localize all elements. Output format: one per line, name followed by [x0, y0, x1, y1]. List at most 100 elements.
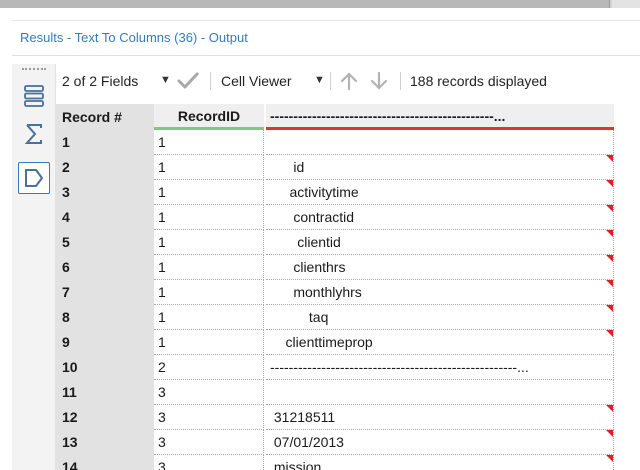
record-number-cell: 10	[62, 359, 78, 375]
left-tool-rail	[12, 64, 56, 470]
table-row[interactable]: 11 3	[56, 380, 614, 405]
value-cell[interactable]: 07/01/2013	[266, 430, 614, 455]
table-row[interactable]: 2 1 id	[56, 155, 614, 180]
value-cell[interactable]: taq	[266, 305, 614, 330]
recordid-cell[interactable]: 1	[154, 330, 264, 355]
value-cell[interactable]: clienthrs	[266, 255, 614, 280]
record-number-cell: 3	[62, 184, 70, 200]
value-cell[interactable]: 31218511	[266, 405, 614, 430]
arrow-down-icon[interactable]	[368, 70, 390, 95]
truncation-flag-icon	[606, 255, 613, 262]
toolbar-divider	[330, 72, 331, 90]
results-grid: Record # RecordID ----------------------…	[56, 104, 616, 470]
dropdown-caret-icon[interactable]: ▼	[160, 74, 171, 86]
dropdown-caret-icon[interactable]: ▼	[314, 74, 325, 86]
table-view-icon[interactable]	[18, 80, 50, 112]
recordid-cell[interactable]: 1	[154, 205, 264, 230]
value-cell-text: taq	[270, 309, 329, 325]
table-row[interactable]: 3 1 activitytime	[56, 180, 614, 205]
records-count: 188 records displayed	[410, 73, 547, 89]
value-cell-text: clientid	[270, 234, 341, 250]
recordid-cell[interactable]: 1	[154, 130, 264, 155]
truncation-flag-icon	[606, 330, 613, 337]
recordid-cell[interactable]: 3	[154, 405, 264, 430]
record-number-header[interactable]: Record #	[56, 104, 154, 130]
table-row[interactable]: 9 1 clienttimeprop	[56, 330, 614, 355]
value-cell-text: monthlyhrs	[270, 284, 362, 300]
value-cell[interactable]: clientid	[266, 230, 614, 255]
value-cell[interactable]: id	[266, 155, 614, 180]
table-row[interactable]: 11	[56, 130, 614, 155]
recordid-cell[interactable]: 1	[154, 255, 264, 280]
record-number-cell: 12	[62, 409, 78, 425]
toolbar-divider	[400, 72, 401, 90]
truncation-flag-icon	[606, 180, 613, 187]
recordid-cell[interactable]: 1	[154, 305, 264, 330]
truncation-flag-icon	[606, 280, 613, 287]
rail-grip[interactable]	[22, 68, 46, 71]
value-cell[interactable]	[266, 380, 614, 405]
table-row[interactable]: 6 1 clienthrs	[56, 255, 614, 280]
recordid-cell[interactable]: 3	[154, 380, 264, 405]
table-row[interactable]: 4 1 contractid	[56, 205, 614, 230]
truncation-flag-icon	[606, 405, 613, 412]
table-row[interactable]: 5 1 clientid	[56, 230, 614, 255]
value-cell[interactable]: mission	[266, 455, 614, 470]
fields-selector[interactable]: 2 of 2 Fields	[62, 73, 138, 89]
arrow-up-icon[interactable]	[338, 70, 360, 95]
results-title: Results - Text To Columns (36) - Output	[20, 30, 248, 45]
cell-viewer-selector[interactable]: Cell Viewer	[221, 73, 292, 89]
table-row[interactable]: 14 3 mission	[56, 455, 614, 470]
recordid-cell[interactable]: 2	[154, 355, 264, 380]
value-cell[interactable]	[266, 130, 614, 155]
sigma-summary-icon[interactable]	[18, 118, 50, 150]
recordid-cell[interactable]: 1	[154, 280, 264, 305]
truncation-flag-icon	[606, 430, 613, 437]
record-number-cell: 6	[62, 259, 70, 275]
value-cell-text: mission	[270, 459, 322, 470]
record-number-cell: 8	[62, 309, 70, 325]
value-cell[interactable]: clienttimeprop	[266, 330, 614, 355]
checkmark-icon[interactable]	[176, 71, 200, 94]
recordid-header[interactable]: RecordID	[154, 104, 264, 130]
record-number-cell: 7	[62, 284, 70, 300]
table-row[interactable]: 8 1 taq	[56, 305, 614, 330]
value-cell[interactable]: contractid	[266, 205, 614, 230]
tag-shape-icon[interactable]	[18, 162, 50, 194]
value-cell-text: activitytime	[270, 184, 359, 200]
recordid-cell[interactable]: 3	[154, 430, 264, 455]
truncation-flag-icon	[606, 455, 613, 462]
record-number-cell: 13	[62, 434, 78, 450]
value-cell[interactable]: activitytime	[266, 180, 614, 205]
recordid-cell[interactable]: 3	[154, 455, 264, 470]
value-cell[interactable]: monthlyhrs	[266, 280, 614, 305]
value-cell[interactable]: ----------------------------------------…	[266, 355, 614, 380]
value-cell-text: ----------------------------------------…	[270, 359, 529, 375]
top-tab-strip	[0, 0, 640, 8]
truncation-flag-icon	[606, 155, 613, 162]
recordid-cell[interactable]: 1	[154, 155, 264, 180]
table-row[interactable]: 12 3 31218511	[56, 405, 614, 430]
truncation-flag-icon	[606, 305, 613, 312]
recordid-cell[interactable]: 1	[154, 230, 264, 255]
toolbar-divider	[210, 72, 211, 90]
record-number-cell: 9	[62, 334, 70, 350]
table-row[interactable]: 10 2 -------------------------------------…	[56, 355, 614, 380]
tab-segment[interactable]	[0, 0, 610, 8]
column2-header[interactable]: ----------------------------------------…	[266, 104, 614, 130]
record-number-cell: 14	[62, 459, 78, 470]
table-row[interactable]: 7 1 monthlyhrs	[56, 280, 614, 305]
record-number-cell: 5	[62, 234, 70, 250]
recordid-cell[interactable]: 1	[154, 180, 264, 205]
table-row[interactable]: 13 3 07/01/2013	[56, 430, 614, 455]
record-number-cell: 1	[62, 134, 70, 150]
record-number-cell: 11	[62, 384, 77, 400]
value-cell-text: contractid	[270, 209, 355, 225]
value-cell-text: clienthrs	[270, 259, 346, 275]
tab-strip-end	[612, 0, 640, 8]
results-toolbar: 2 of 2 Fields ▼ Cell Viewer ▼ 188 record…	[56, 64, 640, 98]
value-cell-text: 31218511	[270, 409, 336, 425]
value-cell-text: 07/01/2013	[270, 434, 344, 450]
value-cell-text: clienttimeprop	[270, 334, 373, 350]
record-number-cell: 2	[62, 159, 70, 175]
